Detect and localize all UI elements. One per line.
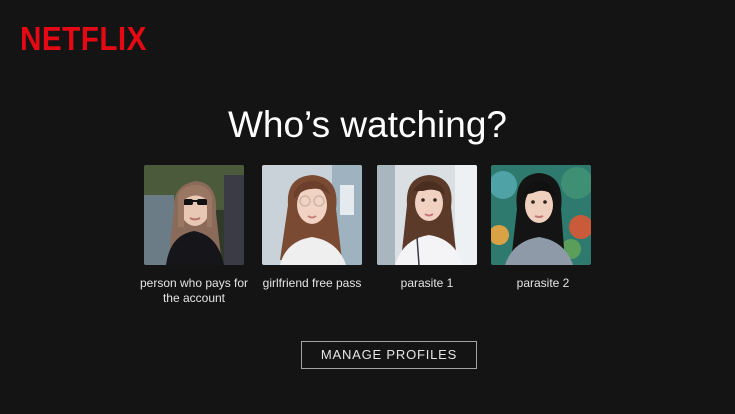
woman-glasses-avatar xyxy=(262,165,362,265)
woman-white-top-avatar xyxy=(377,165,477,265)
profile-name-4[interactable]: parasite 2 xyxy=(488,276,598,291)
profile-name-3[interactable]: parasite 1 xyxy=(372,276,482,291)
profile-avatar-4[interactable] xyxy=(491,165,591,265)
profile-avatar-2[interactable] xyxy=(262,165,362,265)
manage-profiles-button[interactable]: MANAGE PROFILES xyxy=(301,341,477,369)
woman-sunglasses-avatar xyxy=(144,165,244,265)
profile-avatar-3[interactable] xyxy=(377,165,477,265)
profile-name-2[interactable]: girlfriend free pass xyxy=(257,276,367,291)
woman-gray-top-avatar xyxy=(491,165,591,265)
netflix-logo: NETFLIX xyxy=(20,20,147,57)
profile-name-1[interactable]: person who pays for the account xyxy=(139,276,249,306)
profile-avatar-1[interactable] xyxy=(144,165,244,265)
page-title: Who’s watching? xyxy=(227,104,508,145)
